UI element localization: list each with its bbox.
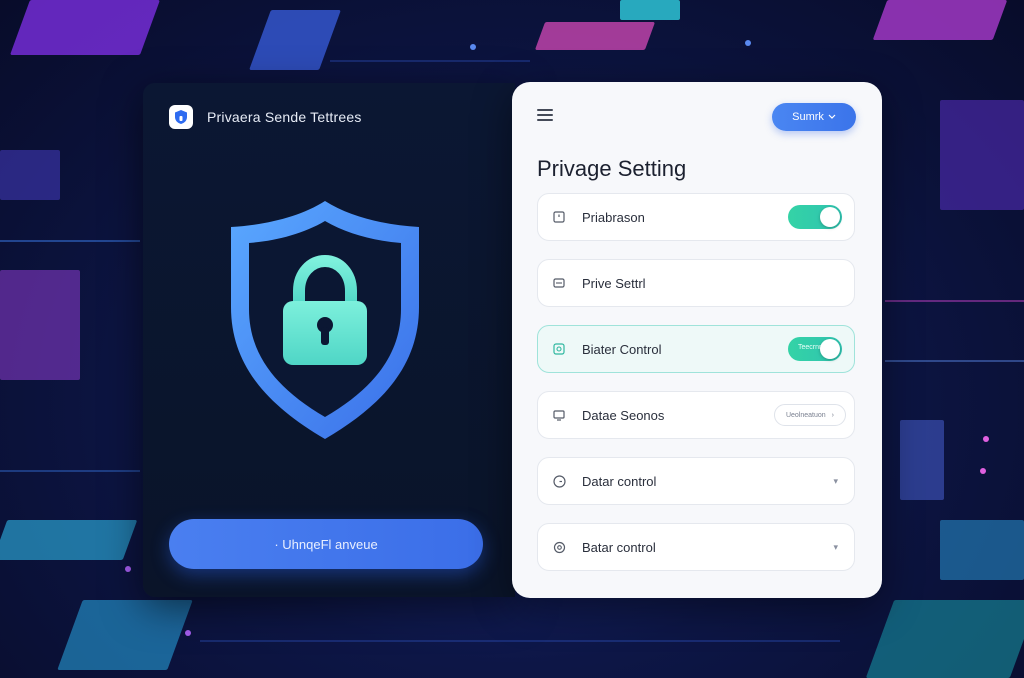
chevron-down-icon: ▾ xyxy=(833,475,838,486)
setting-row-label: Biater Control xyxy=(582,341,662,357)
left-hero-panel: Privaera Sende Tettrees · UhnqeFl anveue xyxy=(143,83,515,597)
app-logo-icon xyxy=(169,105,193,129)
setting-row-label: Batar control xyxy=(582,539,656,555)
setting-row-data-sessions[interactable]: Datae Seonos Ueolneatuon › xyxy=(537,391,855,439)
clock-icon xyxy=(552,474,566,488)
sessions-select[interactable]: Ueolneatuon › xyxy=(774,404,846,426)
setting-row-label: Priabrason xyxy=(582,209,645,225)
setting-row-data-control-2[interactable]: Datar control ▾ xyxy=(537,457,855,505)
app-title: Privaera Sende Tettrees xyxy=(207,109,362,125)
chevron-down-icon xyxy=(828,114,836,119)
settings-list: Priabrason Prive Settrl Biater Control T… xyxy=(537,193,855,589)
shield-lock-icon xyxy=(225,195,425,445)
settings-panel: Sumrk Privage Setting Priabrason Prive S… xyxy=(512,82,882,598)
monitor-icon xyxy=(552,408,566,422)
setting-row-label: Prive Settrl xyxy=(582,275,646,291)
chevron-down-icon: ▾ xyxy=(833,541,838,552)
toggle-knob xyxy=(820,339,840,359)
shield-check-icon xyxy=(552,342,566,356)
hamburger-menu-icon[interactable] xyxy=(537,109,555,123)
app-header: Privaera Sende Tettrees xyxy=(169,105,362,129)
gear-icon xyxy=(552,540,566,554)
setting-row-private-settings[interactable]: Prive Settrl xyxy=(537,259,855,307)
setting-row-privacy[interactable]: Priabrason xyxy=(537,193,855,241)
privacy-toggle[interactable] xyxy=(788,205,842,229)
window-icon xyxy=(552,210,566,224)
page-title: Privage Setting xyxy=(537,156,687,181)
setting-row-data-control-3[interactable]: Batar control ▾ xyxy=(537,523,855,571)
setting-row-data-control[interactable]: Biater Control Teecrnml xyxy=(537,325,855,373)
card-icon xyxy=(552,276,566,290)
chevron-right-icon: › xyxy=(831,411,835,419)
data-control-toggle[interactable]: Teecrnml xyxy=(788,337,842,361)
search-button[interactable]: Sumrk xyxy=(772,103,856,131)
setting-row-label: Datae Seonos xyxy=(582,407,665,423)
search-label: Sumrk xyxy=(792,111,824,123)
select-value: Ueolneatuon xyxy=(785,411,826,419)
toggle-knob xyxy=(820,207,840,227)
manage-services-button[interactable]: · UhnqeFl anveue xyxy=(169,519,483,569)
setting-row-label: Datar control xyxy=(582,473,657,489)
